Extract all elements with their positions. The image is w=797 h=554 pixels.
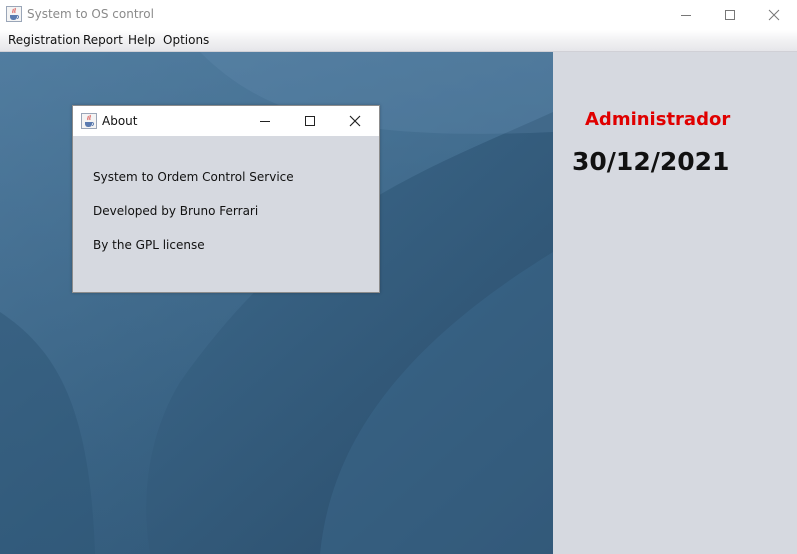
- maximize-icon: [305, 116, 315, 126]
- about-line-developer: Developed by Bruno Ferrari: [93, 204, 259, 218]
- close-button[interactable]: [751, 0, 797, 30]
- menu-report[interactable]: Report: [83, 33, 123, 47]
- java-cup-icon: [81, 113, 97, 129]
- info-panel: Administrador 30/12/2021: [553, 52, 797, 554]
- close-icon: [349, 115, 361, 127]
- about-minimize-button[interactable]: [243, 106, 287, 136]
- maximize-icon: [725, 10, 735, 20]
- minimize-icon: [260, 121, 270, 122]
- window-title: System to OS control: [27, 7, 154, 21]
- minimize-button[interactable]: [663, 0, 709, 30]
- user-label: Administrador: [585, 109, 731, 130]
- maximize-button[interactable]: [707, 0, 753, 30]
- menu-options[interactable]: Options: [163, 33, 209, 47]
- menu-bar: Registration Report Help Options: [0, 30, 797, 52]
- about-maximize-button[interactable]: [288, 106, 332, 136]
- menu-help[interactable]: Help: [128, 33, 155, 47]
- about-line-license: By the GPL license: [93, 238, 205, 252]
- java-cup-icon: [6, 6, 22, 22]
- menu-registration[interactable]: Registration: [8, 33, 80, 47]
- title-bar[interactable]: System to OS control: [0, 0, 797, 30]
- about-dialog-title-bar[interactable]: About: [73, 106, 379, 136]
- date-label: 30/12/2021: [572, 147, 730, 176]
- about-line-system: System to Ordem Control Service: [93, 170, 294, 184]
- about-dialog: About System to Ordem Control Service De…: [72, 105, 380, 293]
- minimize-icon: [681, 15, 691, 16]
- about-close-button[interactable]: [333, 106, 377, 136]
- about-dialog-title: About: [102, 114, 138, 128]
- close-icon: [768, 9, 780, 21]
